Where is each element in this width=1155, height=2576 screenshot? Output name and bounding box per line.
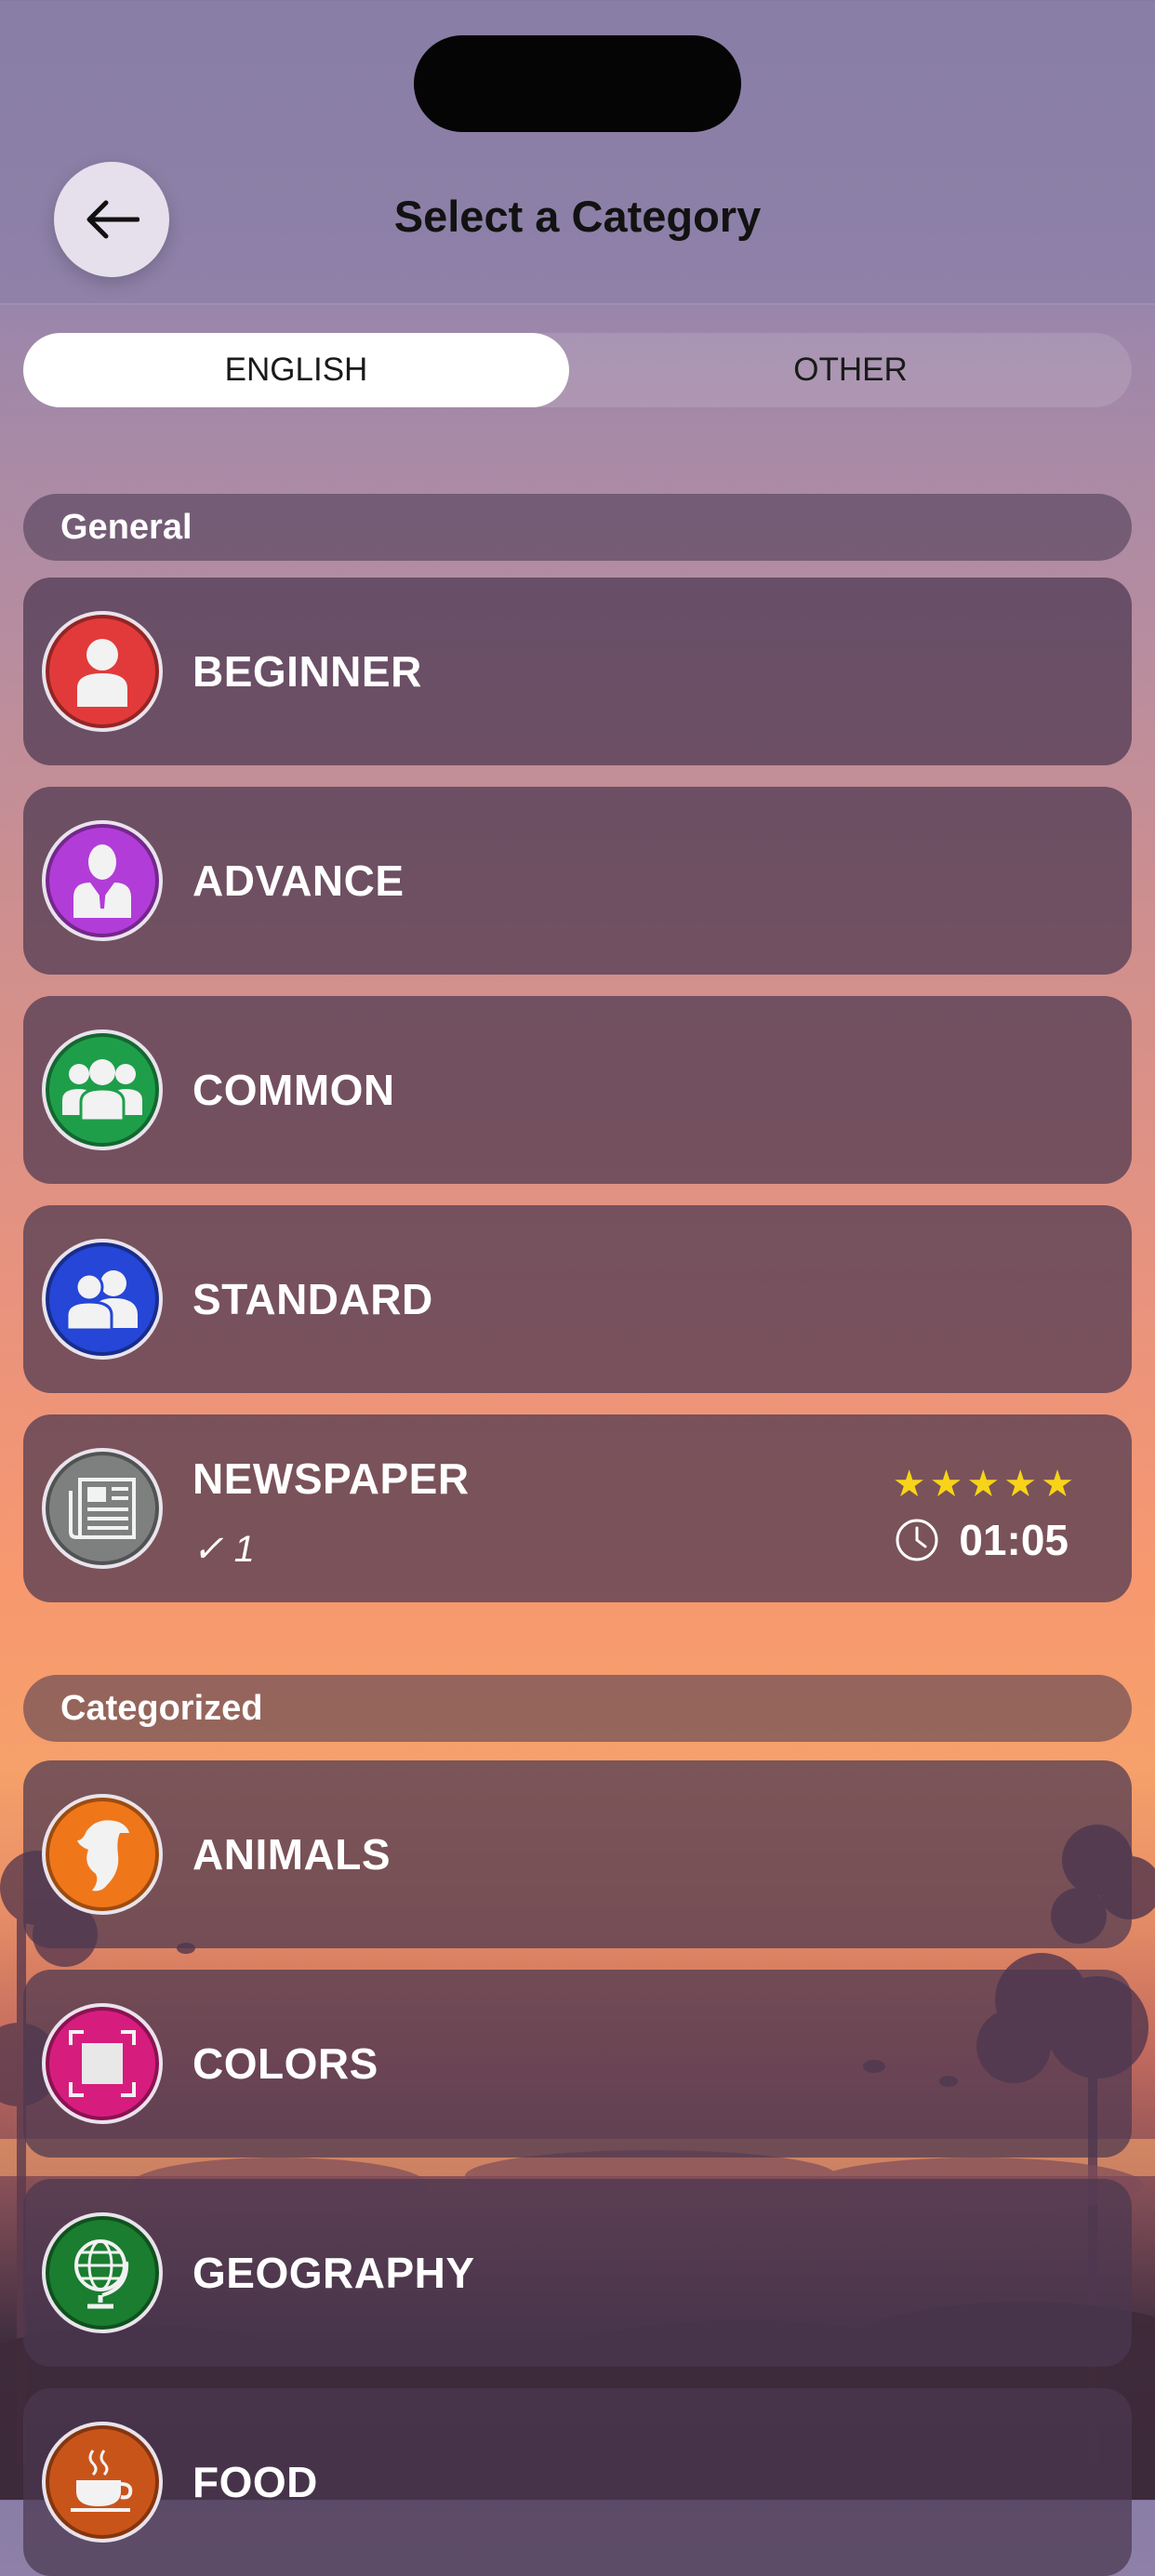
section-header-general: General: [23, 494, 1132, 561]
best-time: 01:05: [894, 1515, 1069, 1565]
group-icon: [42, 1029, 163, 1150]
page-title: Select a Category: [393, 192, 762, 241]
clock-icon: [896, 1519, 938, 1561]
two-people-icon: [42, 1239, 163, 1360]
time-value: 01:05: [959, 1516, 1069, 1564]
dolphin-icon: [42, 1794, 163, 1915]
row-label: ANIMALS: [192, 1830, 392, 1879]
category-row-standard[interactable]: STANDARD: [23, 1205, 1132, 1393]
person-suit-icon: [42, 820, 163, 941]
category-row-common[interactable]: COMMON: [23, 996, 1132, 1184]
row-label: COLORS: [192, 2039, 378, 2088]
category-row-colors[interactable]: COLORS: [23, 1970, 1132, 2158]
star-rating: ★★★★★: [892, 1464, 1078, 1505]
camera-notch: [414, 35, 741, 132]
row-label: ADVANCE: [192, 856, 405, 905]
category-row-geography[interactable]: GEOGRAPHY: [23, 2179, 1132, 2367]
row-label: GEOGRAPHY: [192, 2249, 475, 2297]
completed-count: ✓ 1: [192, 1529, 255, 1570]
category-row-newspaper[interactable]: NEWSPAPER ✓ 1 ★★★★★ 01:05: [23, 1414, 1132, 1602]
globe-icon: [42, 2212, 163, 2333]
tab-other[interactable]: OTHER: [569, 333, 1132, 407]
tab-english[interactable]: ENGLISH: [23, 333, 569, 407]
newspaper-icon: [42, 1448, 163, 1569]
section-header-categorized: Categorized: [23, 1675, 1132, 1742]
row-label: NEWSPAPER: [192, 1454, 470, 1503]
color-frame-icon: [42, 2003, 163, 2124]
row-label: COMMON: [192, 1066, 395, 1114]
category-row-beginner[interactable]: BEGINNER: [23, 578, 1132, 765]
person-icon: [42, 611, 163, 732]
coffee-cup-icon: [42, 2422, 163, 2543]
category-row-animals[interactable]: ANIMALS: [23, 1760, 1132, 1948]
row-label: FOOD: [192, 2458, 318, 2506]
category-row-food[interactable]: FOOD: [23, 2388, 1132, 2576]
row-label: STANDARD: [192, 1275, 433, 1323]
category-row-advance[interactable]: ADVANCE: [23, 787, 1132, 975]
row-label: BEGINNER: [192, 647, 422, 696]
language-segmented-control: ENGLISH OTHER: [23, 333, 1132, 407]
